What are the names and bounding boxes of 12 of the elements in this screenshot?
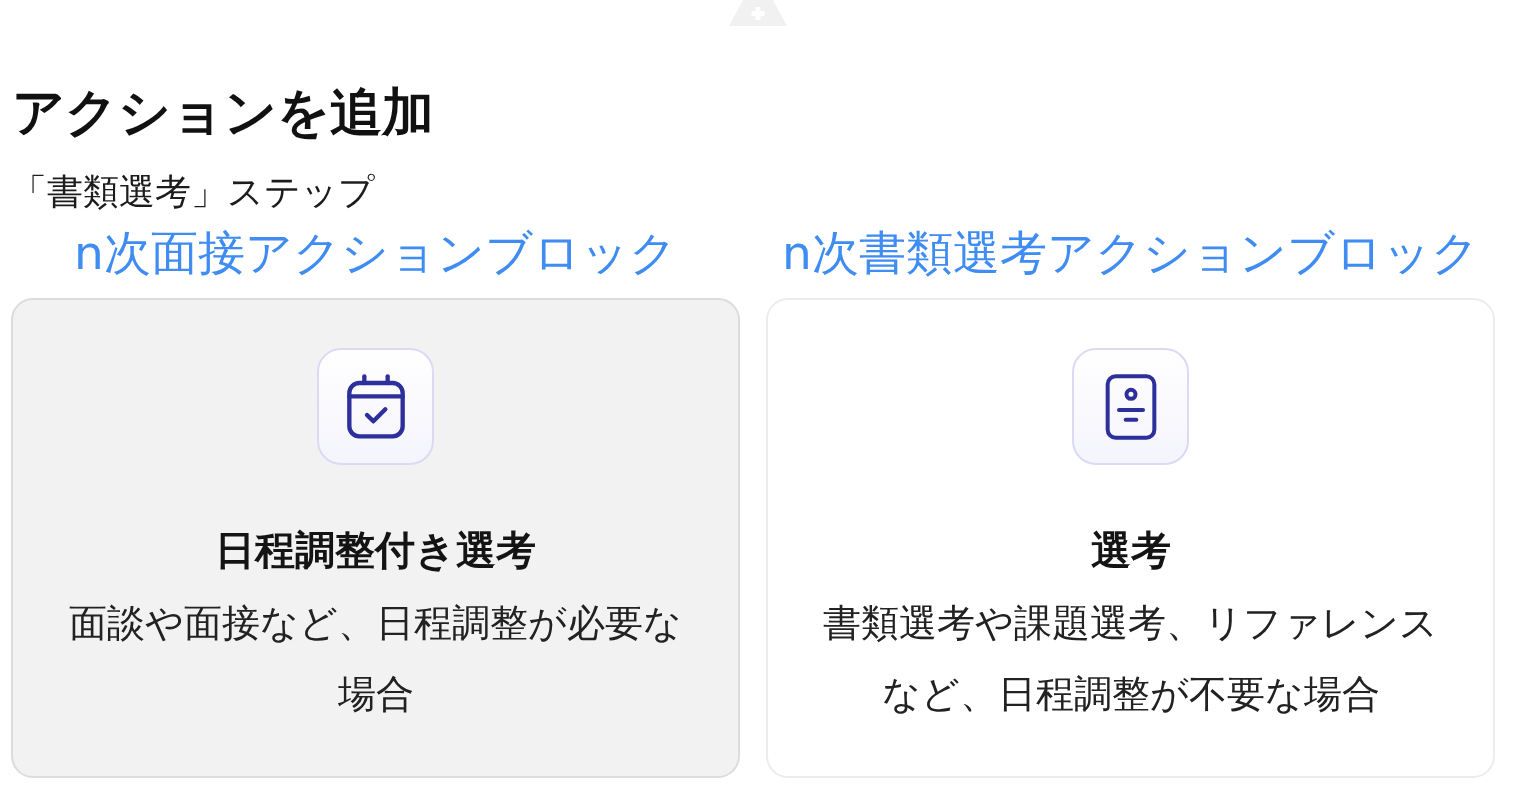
card-title: 日程調整付き選考	[215, 526, 536, 574]
step-subtitle: 「書類選考」ステップ	[11, 170, 375, 213]
card-description: 面談や面接など、日程調整が必要な場合	[68, 600, 683, 718]
action-card[interactable]: 日程調整付き選考 面談や面接など、日程調整が必要な場合	[11, 298, 740, 778]
annotation-label: n次面接アクションブロック	[74, 225, 677, 281]
card-description: 書類選考や課題選考、リファレンスなど、日程調整が不要な場合	[822, 600, 1439, 718]
page-title: アクションを追加	[12, 81, 434, 143]
card-title: 選考	[1090, 526, 1171, 574]
calendar-check-icon	[317, 348, 434, 465]
action-card[interactable]: 選考 書類選考や課題選考、リファレンスなど、日程調整が不要な場合	[766, 298, 1495, 778]
profile-card-icon	[1072, 348, 1189, 465]
annotation-label: n次書類選考アクションブロック	[782, 225, 1479, 281]
